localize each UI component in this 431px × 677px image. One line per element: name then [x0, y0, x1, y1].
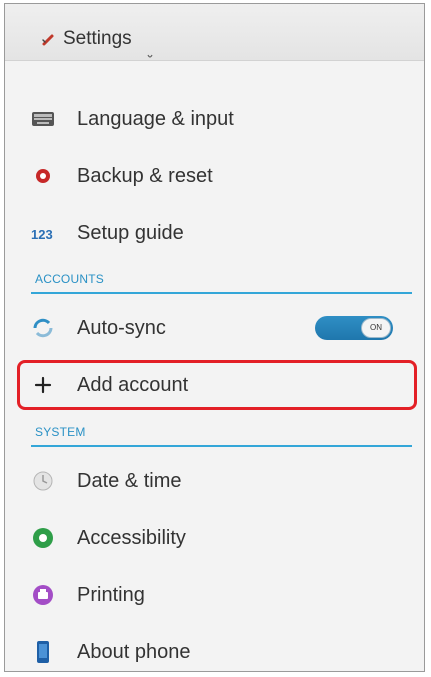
toggle-knob: ON: [361, 318, 391, 338]
menu-item-backup-reset[interactable]: Backup & reset: [5, 148, 424, 204]
menu-item-label: Setup guide: [77, 222, 184, 244]
backup-icon: [36, 169, 50, 183]
menu-item-language-input[interactable]: Language & input: [5, 91, 424, 147]
section-header-system: SYSTEM: [31, 423, 412, 447]
action-bar: Settings: [5, 4, 424, 61]
auto-sync-toggle[interactable]: ON: [315, 316, 393, 340]
menu-item-printing[interactable]: Printing: [5, 567, 424, 623]
menu-item-about-phone[interactable]: About phone: [5, 624, 424, 671]
sync-icon: [33, 318, 53, 338]
menu-item-date-time[interactable]: Date & time: [5, 453, 424, 509]
keyboard-icon: [32, 112, 54, 126]
section-header-accounts: ACCOUNTS: [31, 270, 412, 294]
123-icon: 123: [31, 227, 53, 242]
menu-item-label: Auto-sync: [77, 317, 166, 339]
menu-item-label: About phone: [77, 641, 191, 663]
toggle-state-label: ON: [370, 323, 382, 332]
section-divider: [31, 292, 412, 294]
phone-icon: [37, 641, 49, 663]
clock-icon: [33, 471, 53, 491]
settings-screen: Settings Language & input Backup & reset…: [4, 3, 425, 672]
menu-item-label: Language & input: [77, 108, 234, 130]
highlight-box: [17, 360, 417, 410]
menu-item-label: Accessibility: [77, 527, 186, 549]
printer-icon: [33, 585, 53, 605]
section-divider: [31, 445, 412, 447]
svg-text:123: 123: [31, 227, 53, 242]
menu-item-setup-guide[interactable]: 123 Setup guide: [5, 205, 424, 261]
menu-item-accessibility[interactable]: Accessibility: [5, 510, 424, 566]
accessibility-icon: [33, 528, 53, 548]
menu-item-label: Printing: [77, 584, 145, 606]
settings-icon[interactable]: [41, 32, 57, 48]
menu-item-label: Backup & reset: [77, 165, 213, 187]
scroll-peek-glyph: [147, 54, 153, 58]
page-title: Settings: [63, 28, 132, 49]
menu-item-label: Date & time: [77, 470, 182, 492]
